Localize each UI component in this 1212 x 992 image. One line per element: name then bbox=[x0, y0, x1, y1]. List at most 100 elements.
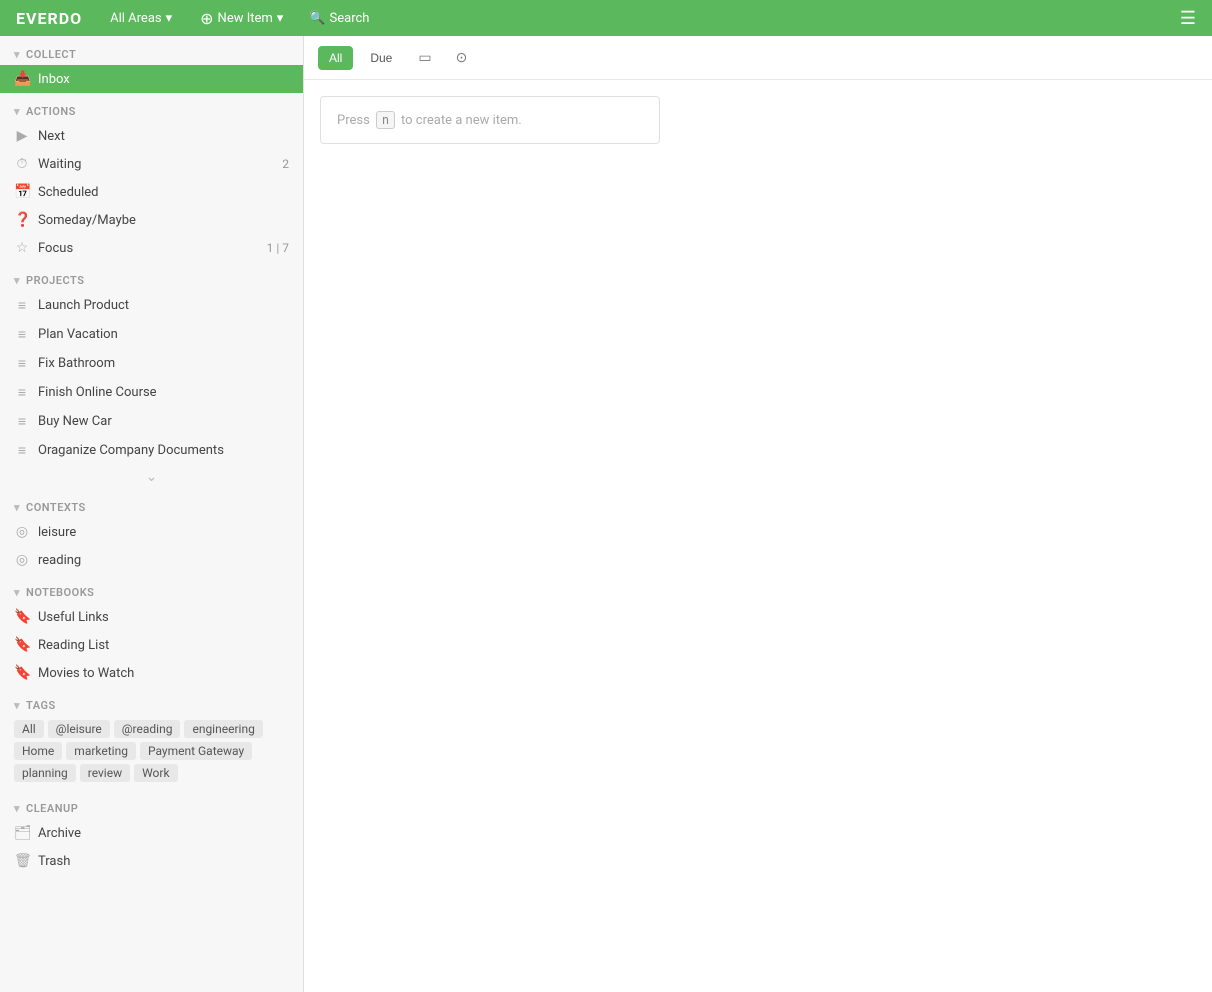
projects-chevron-icon: ▾ bbox=[14, 274, 20, 287]
waiting-badge: 2 bbox=[282, 157, 289, 171]
next-icon: ▶ bbox=[14, 128, 30, 144]
project-icon: ≡ bbox=[14, 355, 30, 372]
useful-links-label: Useful Links bbox=[38, 610, 289, 625]
sidebar-item-inbox[interactable]: 📥 Inbox bbox=[0, 65, 303, 93]
filter-icon: ▭ bbox=[418, 49, 431, 65]
tag-work[interactable]: Work bbox=[134, 764, 177, 782]
tag-planning[interactable]: planning bbox=[14, 764, 76, 782]
new-item-label: New Item bbox=[218, 11, 273, 26]
waiting-icon: ⏱ bbox=[14, 156, 30, 172]
leisure-label: leisure bbox=[38, 525, 289, 540]
filter-icon-button[interactable]: ▭ bbox=[409, 44, 440, 71]
reading-label: reading bbox=[38, 553, 289, 568]
finish-online-course-label: Finish Online Course bbox=[38, 385, 289, 400]
someday-icon: ❓ bbox=[14, 212, 30, 228]
tag-at-reading[interactable]: @reading bbox=[114, 720, 181, 738]
all-areas-button[interactable]: All Areas ▾ bbox=[102, 7, 180, 30]
sidebar-item-next[interactable]: ▶ Next bbox=[0, 122, 303, 150]
notebooks-section-header: ▾ NOTEBOOKS bbox=[0, 574, 303, 603]
content-area: All Due ▭ ⊙ Press n to create a new item… bbox=[304, 36, 1212, 992]
trash-label: Trash bbox=[38, 854, 289, 869]
clock-filter-button[interactable]: ⊙ bbox=[447, 44, 477, 71]
sidebar-item-organize-company-documents[interactable]: ≡ Oraganize Company Documents bbox=[0, 436, 303, 465]
sidebar-item-leisure[interactable]: ◎ leisure bbox=[0, 518, 303, 546]
plus-icon: ⊕ bbox=[200, 9, 213, 28]
new-item-hint: Press n to create a new item. bbox=[320, 96, 660, 144]
projects-collapse-button[interactable]: ⌄ bbox=[0, 465, 303, 489]
project-icon: ≡ bbox=[14, 413, 30, 430]
content-toolbar: All Due ▭ ⊙ bbox=[304, 36, 1212, 80]
project-icon: ≡ bbox=[14, 442, 30, 459]
inbox-icon: 📥 bbox=[14, 71, 30, 87]
collect-section-header: ▾ COLLECT bbox=[0, 36, 303, 65]
filter-all-button[interactable]: All bbox=[318, 46, 353, 70]
tags-section-header: ▾ TAGS bbox=[0, 687, 303, 716]
bookmark-icon: 🔖 bbox=[14, 637, 30, 653]
content-body: Press n to create a new item. bbox=[304, 80, 1212, 992]
hint-press-text: Press bbox=[337, 113, 370, 128]
tags-chevron-icon: ▾ bbox=[14, 699, 20, 712]
tag-at-leisure[interactable]: @leisure bbox=[48, 720, 110, 738]
sidebar-item-someday[interactable]: ❓ Someday/Maybe bbox=[0, 206, 303, 234]
tag-home[interactable]: Home bbox=[14, 742, 62, 760]
sidebar-item-reading[interactable]: ◎ reading bbox=[0, 546, 303, 574]
tag-review[interactable]: review bbox=[80, 764, 130, 782]
areas-chevron-icon: ▾ bbox=[166, 11, 173, 26]
search-button[interactable]: 🔍 Search bbox=[299, 7, 379, 30]
launch-product-label: Launch Product bbox=[38, 298, 289, 313]
project-icon: ≡ bbox=[14, 326, 30, 343]
sidebar-item-focus[interactable]: ☆ Focus 1 | 7 bbox=[0, 234, 303, 262]
sidebar-item-archive[interactable]: 🗂 Archive bbox=[0, 819, 303, 847]
inbox-label: Inbox bbox=[38, 72, 289, 87]
project-icon: ≡ bbox=[14, 297, 30, 314]
hamburger-menu-button[interactable]: ☰ bbox=[1180, 8, 1196, 29]
sidebar-item-reading-list[interactable]: 🔖 Reading List bbox=[0, 631, 303, 659]
context-icon: ◎ bbox=[14, 552, 30, 568]
focus-label: Focus bbox=[38, 241, 259, 256]
focus-badge: 1 | 7 bbox=[267, 241, 289, 255]
plan-vacation-label: Plan Vacation bbox=[38, 327, 289, 342]
new-item-button[interactable]: ⊕ New Item ▾ bbox=[190, 5, 293, 32]
sidebar-item-launch-product[interactable]: ≡ Launch Product bbox=[0, 291, 303, 320]
organize-company-documents-label: Oraganize Company Documents bbox=[38, 443, 289, 458]
archive-label: Archive bbox=[38, 826, 289, 841]
tag-payment-gateway[interactable]: Payment Gateway bbox=[140, 742, 252, 760]
contexts-chevron-icon: ▾ bbox=[14, 501, 20, 514]
top-navigation: EVERDO All Areas ▾ ⊕ New Item ▾ 🔍 Search… bbox=[0, 0, 1212, 36]
new-item-chevron-icon: ▾ bbox=[277, 11, 284, 26]
sidebar-item-scheduled[interactable]: 📅 Scheduled bbox=[0, 178, 303, 206]
scheduled-icon: 📅 bbox=[14, 184, 30, 200]
project-icon: ≡ bbox=[14, 384, 30, 401]
sidebar-item-trash[interactable]: 🗑 Trash bbox=[0, 847, 303, 875]
bookmark-icon: 🔖 bbox=[14, 609, 30, 625]
fix-bathroom-label: Fix Bathroom bbox=[38, 356, 289, 371]
context-icon: ◎ bbox=[14, 524, 30, 540]
someday-label: Someday/Maybe bbox=[38, 213, 289, 228]
notebooks-chevron-icon: ▾ bbox=[14, 586, 20, 599]
sidebar-item-finish-online-course[interactable]: ≡ Finish Online Course bbox=[0, 378, 303, 407]
tag-engineering[interactable]: engineering bbox=[184, 720, 262, 738]
filter-due-button[interactable]: Due bbox=[359, 46, 403, 70]
focus-icon: ☆ bbox=[14, 240, 30, 256]
archive-icon: 🗂 bbox=[14, 825, 30, 841]
sidebar-item-waiting[interactable]: ⏱ Waiting 2 bbox=[0, 150, 303, 178]
sidebar-item-movies-to-watch[interactable]: 🔖 Movies to Watch bbox=[0, 659, 303, 687]
cleanup-section-header: ▾ CLEANUP bbox=[0, 790, 303, 819]
sidebar: ▾ COLLECT 📥 Inbox ▾ ACTIONS ▶ Next ⏱ Wai… bbox=[0, 36, 304, 992]
hint-action-text: to create a new item. bbox=[401, 113, 522, 128]
areas-label: All Areas bbox=[110, 11, 161, 26]
buy-new-car-label: Buy New Car bbox=[38, 414, 289, 429]
search-icon: 🔍 bbox=[309, 11, 325, 26]
sidebar-item-fix-bathroom[interactable]: ≡ Fix Bathroom bbox=[0, 349, 303, 378]
waiting-label: Waiting bbox=[38, 157, 274, 172]
tag-marketing[interactable]: marketing bbox=[66, 742, 136, 760]
sidebar-item-buy-new-car[interactable]: ≡ Buy New Car bbox=[0, 407, 303, 436]
scheduled-label: Scheduled bbox=[38, 185, 289, 200]
tag-all[interactable]: All bbox=[14, 720, 44, 738]
sidebar-item-useful-links[interactable]: 🔖 Useful Links bbox=[0, 603, 303, 631]
next-label: Next bbox=[38, 129, 289, 144]
clock-icon: ⊙ bbox=[456, 49, 468, 65]
sidebar-item-plan-vacation[interactable]: ≡ Plan Vacation bbox=[0, 320, 303, 349]
main-layout: ▾ COLLECT 📥 Inbox ▾ ACTIONS ▶ Next ⏱ Wai… bbox=[0, 36, 1212, 992]
movies-to-watch-label: Movies to Watch bbox=[38, 666, 289, 681]
